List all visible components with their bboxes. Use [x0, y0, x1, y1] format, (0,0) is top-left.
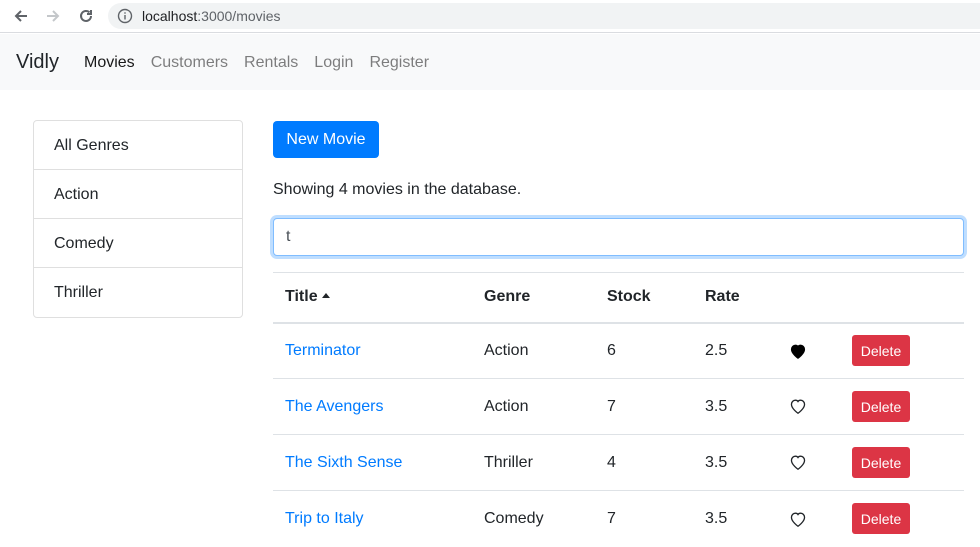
forward-arrow-icon[interactable]	[41, 4, 65, 28]
url-text: localhost:3000/movies	[142, 8, 281, 24]
heart-outline-icon[interactable]	[789, 454, 807, 471]
title-column-header[interactable]: Title	[273, 272, 472, 324]
movie-genre: Thriller	[472, 434, 595, 491]
heart-outline-icon[interactable]	[789, 398, 807, 415]
url-path: :3000/movies	[197, 8, 281, 24]
movie-genre: Action	[472, 322, 595, 379]
genre-item-all[interactable]: All Genres	[34, 121, 242, 170]
table-row: Terminator Action 6 2.5 Delete	[273, 322, 964, 379]
address-bar[interactable]: localhost:3000/movies	[108, 3, 980, 29]
movie-genre: Action	[472, 378, 595, 435]
nav-link-register[interactable]: Register	[369, 54, 429, 72]
reload-icon[interactable]	[74, 4, 98, 28]
genre-column-header[interactable]: Genre	[472, 272, 595, 324]
nav-link-movies[interactable]: Movies	[84, 54, 135, 72]
movie-rate: 3.5	[693, 490, 777, 547]
nav-link-customers[interactable]: Customers	[151, 54, 228, 72]
movie-rate: 3.5	[693, 434, 777, 491]
browser-toolbar: localhost:3000/movies	[0, 0, 980, 33]
rate-column-header[interactable]: Rate	[693, 272, 777, 324]
like-column-header	[777, 272, 840, 324]
genre-item-action[interactable]: Action	[34, 170, 242, 219]
delete-button[interactable]: Delete	[852, 503, 910, 535]
heart-outline-icon[interactable]	[789, 511, 807, 527]
movie-rate: 2.5	[693, 322, 777, 379]
table-row: The Avengers Action 7 3.5 Delete	[273, 378, 964, 435]
nav-links: Movies Customers Rentals Login Register	[84, 54, 445, 72]
table-header-row: Title Genre Stock Rate	[273, 272, 964, 324]
movie-title-link[interactable]: Trip to Italy	[285, 510, 364, 527]
delete-button[interactable]: Delete	[852, 335, 910, 367]
nav-link-rentals[interactable]: Rentals	[244, 54, 298, 72]
movie-stock: 6	[595, 322, 693, 379]
url-host: localhost	[142, 8, 198, 24]
search-input[interactable]	[273, 218, 964, 256]
app-navbar: Vidly Movies Customers Rentals Login Reg…	[0, 34, 980, 90]
movie-title-link[interactable]: The Sixth Sense	[285, 454, 402, 471]
movie-genre: Comedy	[472, 490, 595, 547]
movie-count-text: Showing 4 movies in the database.	[273, 181, 522, 198]
heart-filled-icon[interactable]	[789, 343, 807, 359]
movie-stock: 4	[595, 434, 693, 491]
genre-item-thriller[interactable]: Thriller	[34, 268, 242, 317]
movie-stock: 7	[595, 378, 693, 435]
movie-title-link[interactable]: Terminator	[285, 342, 361, 359]
movie-rate: 3.5	[693, 378, 777, 435]
genre-list: All Genres Action Comedy Thriller	[33, 120, 243, 318]
genre-item-comedy[interactable]: Comedy	[34, 219, 242, 268]
nav-link-login[interactable]: Login	[314, 54, 353, 72]
info-icon[interactable]	[117, 8, 133, 24]
back-arrow-icon[interactable]	[9, 4, 33, 28]
stock-column-header[interactable]: Stock	[595, 272, 693, 324]
table-row: The Sixth Sense Thriller 4 3.5 Delete	[273, 434, 964, 491]
delete-button[interactable]: Delete	[852, 447, 910, 478]
title-header-label: Title	[285, 288, 318, 306]
table-row: Trip to Italy Comedy 7 3.5 Delete	[273, 490, 964, 547]
brand-logo[interactable]: Vidly	[16, 51, 59, 74]
actions-column-header	[840, 272, 964, 324]
new-movie-button[interactable]: New Movie	[273, 121, 379, 158]
movies-table: Title Genre Stock Rate Terminator Action…	[273, 272, 964, 547]
delete-button[interactable]: Delete	[852, 391, 910, 422]
sort-asc-icon	[321, 293, 330, 299]
movie-stock: 7	[595, 490, 693, 547]
movie-title-link[interactable]: The Avengers	[285, 398, 383, 415]
